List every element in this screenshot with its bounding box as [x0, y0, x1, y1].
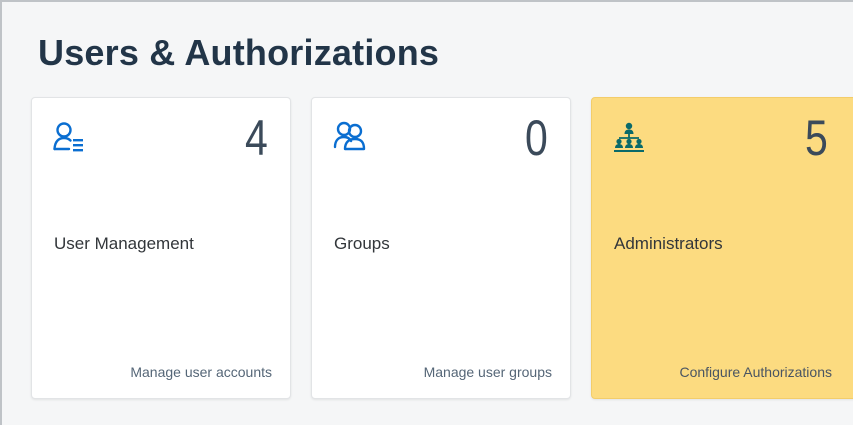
- tile-groups[interactable]: 0 Groups Manage user groups: [311, 97, 571, 399]
- tile-user-management[interactable]: 4 User Management Manage user accounts: [31, 97, 291, 399]
- tile-footer: Configure Authorizations: [679, 364, 832, 380]
- page-title: Users & Authorizations: [38, 32, 440, 73]
- tile-footer: Manage user groups: [423, 364, 552, 380]
- tile-title: User Management: [54, 234, 194, 253]
- tile-count: 0: [525, 110, 548, 166]
- tile-count: 5: [805, 110, 828, 166]
- tile-administrators[interactable]: 5 Administrators Configure Authorization…: [591, 97, 853, 399]
- tile-title: Administrators: [614, 234, 723, 253]
- user-list-icon: [52, 120, 86, 154]
- tile-footer: Manage user accounts: [130, 364, 272, 380]
- user-group-icon: [332, 120, 366, 154]
- hierarchy-icon: [612, 120, 646, 154]
- tile-count: 4: [245, 110, 268, 166]
- tile-title: Groups: [334, 234, 390, 253]
- page-frame: Users & Authorizations 4 User Management…: [0, 0, 853, 425]
